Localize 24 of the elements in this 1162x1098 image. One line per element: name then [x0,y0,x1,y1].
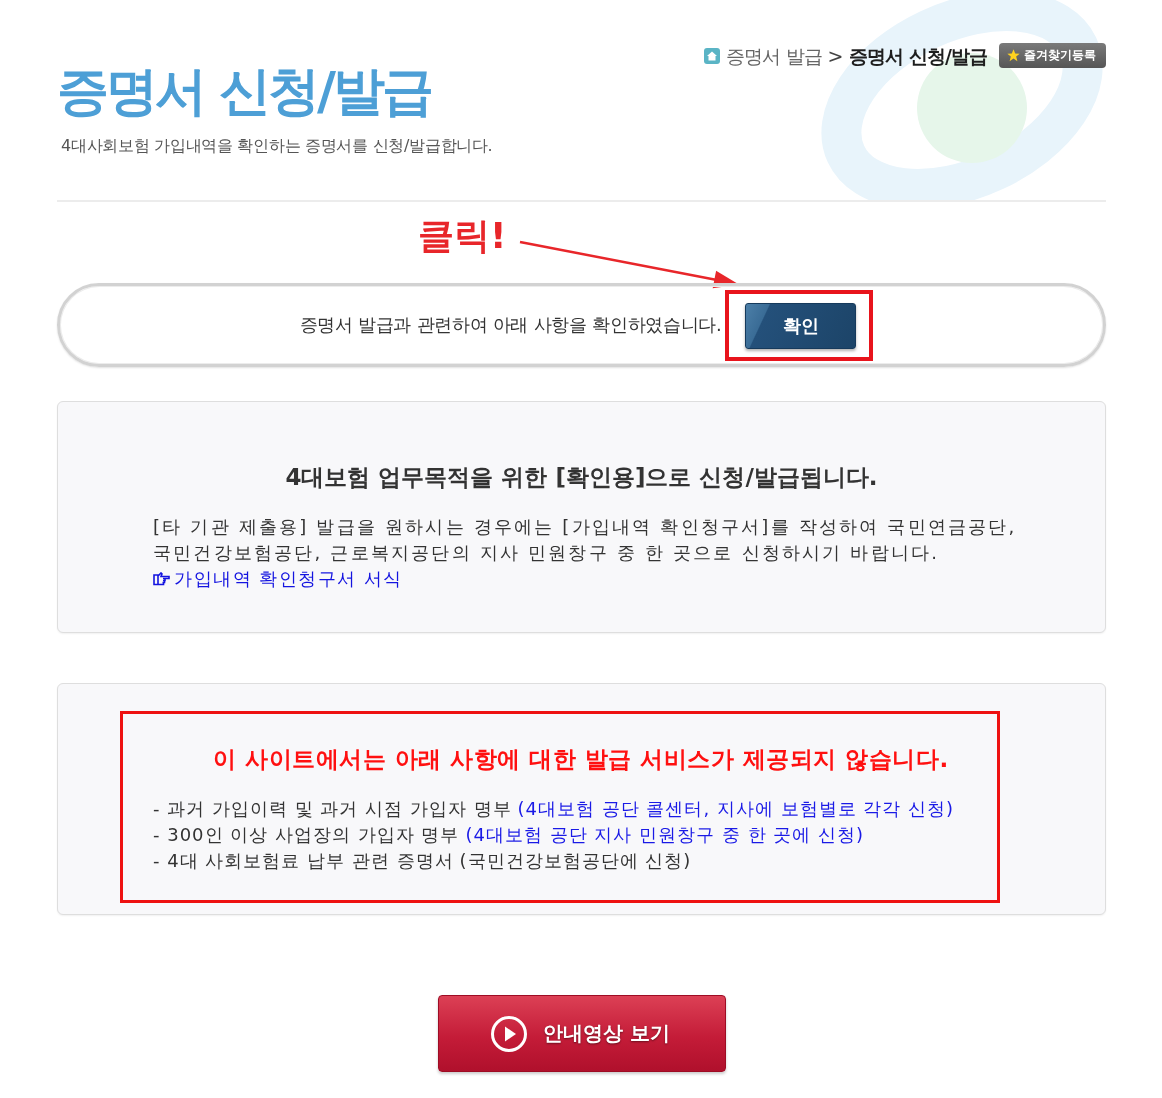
star-icon [1007,49,1020,62]
breadcrumb-link[interactable]: 증명서 신청/발급 [849,43,987,68]
home-icon [704,47,721,64]
bookmark-button[interactable]: 즐겨찾기등록 [999,43,1106,68]
notice-item-note: (국민건강보험공단에 신청) [459,849,692,873]
info-heading: 4대보험 업무목적을 위한 [확인용]으로 신청/발급됩니다. [284,463,879,491]
pointing-hand-icon [153,572,170,586]
breadcrumb-link[interactable]: 증명서 발급 [726,43,822,68]
notice-item-text: - 과거 가입이력 및 과거 시점 가입자 명부 [153,797,512,821]
guide-video-button[interactable]: 안내영상 보기 [437,995,726,1072]
page-title: 증명서 신청/발급 [57,60,433,122]
breadcrumb-separator: > [827,43,844,68]
callout-text: 클릭! [418,216,507,256]
notice-item-text: - 300인 이상 사업장의 가입자 명부 [153,823,460,847]
notice-item-note: (4대보험 공단 지사 민원창구 중 한 곳에 신청) [465,823,865,847]
confirm-button[interactable]: 확인 [745,302,857,349]
notice-item-text: - 4대 사회보험료 납부 관련 증명서 [153,849,454,873]
play-icon [491,1015,527,1052]
confirm-statement: 증명서 발급과 관련하여 아래 사항을 확인하였습니다. [299,314,722,336]
notice-heading: 이 사이트에서는 아래 사항에 대한 발급 서비스가 제공되지 않습니다. [212,745,950,774]
notice-item-note: (4대보험 공단 콜센터, 지사에 보험별로 각각 신청) [517,797,955,821]
page-subtitle: 4대사회보험 가입내역을 확인하는 증명서를 신청/발급합니다. [61,136,493,156]
info-text: [타 기관 제출용] 발급을 원하시는 경우에는 [가입내역 확인청구서]를 작성하여 국민연금공단, 국민건강보험공단, 근로복지공단의 지사 민원창구 중 한 곳으로 신청하시기 바랍니다. [153,515,1018,565]
form-link[interactable]: 가입내역 확인청구서 서식 [174,566,403,592]
